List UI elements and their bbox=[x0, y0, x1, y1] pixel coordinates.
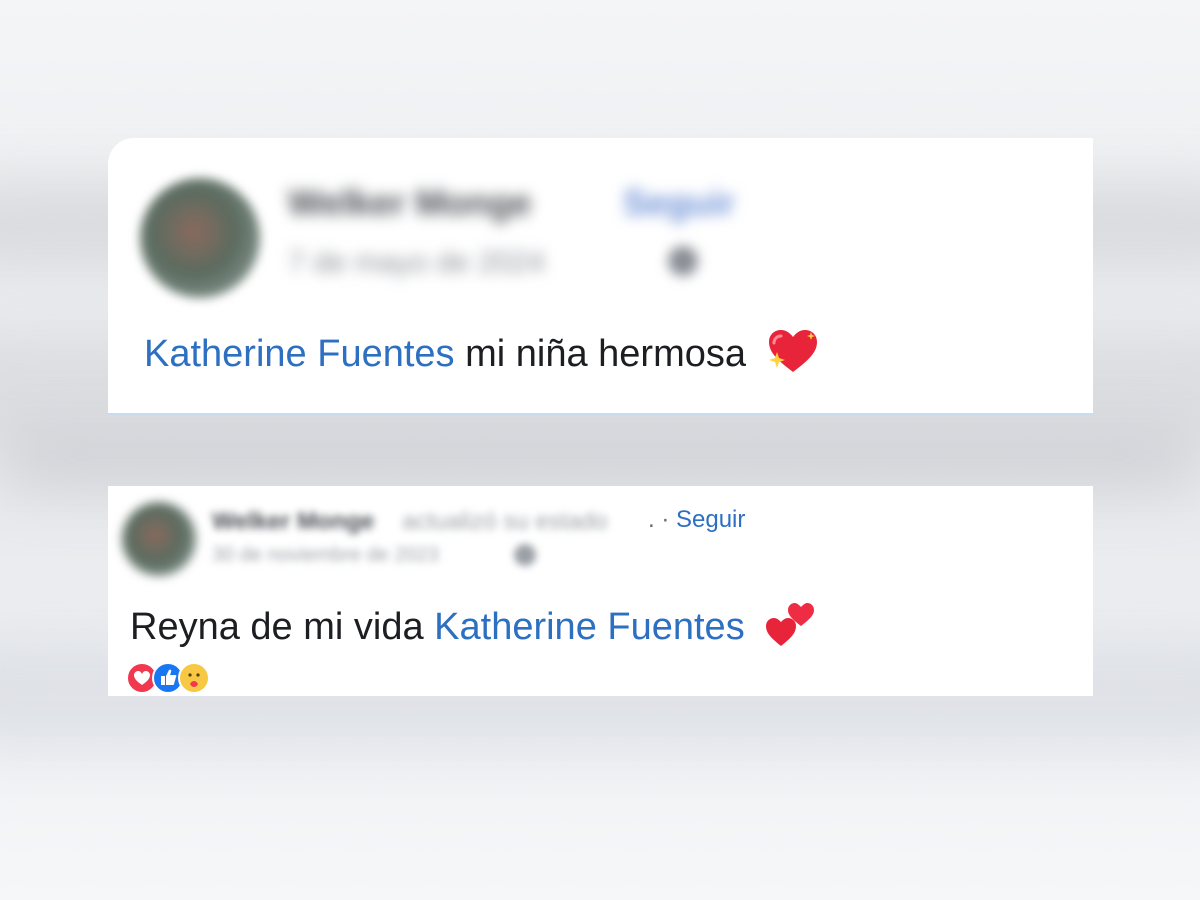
author-name[interactable]: Welker Monge bbox=[212, 508, 374, 536]
post-card-2: Welker Monge actualizó su estado . · Seg… bbox=[108, 486, 1093, 696]
follow-button[interactable]: Seguir bbox=[676, 506, 745, 533]
care-reaction-icon bbox=[178, 662, 210, 694]
post-date[interactable]: 7 de mayo de 2024 bbox=[288, 246, 545, 280]
header-meta: . · Seguir bbox=[648, 506, 745, 534]
status-action: actualizó su estado bbox=[402, 508, 608, 535]
avatar[interactable] bbox=[140, 178, 260, 298]
mention-link[interactable]: Katherine Fuentes bbox=[434, 606, 745, 648]
author-name[interactable]: Welker Monge bbox=[288, 182, 531, 224]
post-body: Reyna de mi vida bbox=[130, 606, 424, 649]
globe-icon bbox=[668, 246, 698, 276]
separator: . · bbox=[648, 506, 676, 533]
globe-icon bbox=[514, 544, 536, 566]
follow-button[interactable]: Seguir bbox=[623, 182, 735, 224]
post-card-1: Welker Monge Seguir 7 de mayo de 2024 Ka… bbox=[108, 138, 1093, 415]
post-body: mi niña hermosa bbox=[465, 333, 746, 376]
post-date[interactable]: 30 de noviembre de 2023 bbox=[212, 544, 439, 567]
mention-link[interactable]: Katherine Fuentes bbox=[144, 333, 455, 375]
post-text: Reyna de mi vida Katherine Fuentes bbox=[130, 600, 815, 658]
background-blur bbox=[0, 430, 1200, 490]
sparkling-heart-icon bbox=[767, 328, 819, 384]
post-text: Katherine Fuentes mi niña hermosa bbox=[144, 328, 819, 384]
avatar[interactable] bbox=[122, 502, 196, 576]
two-hearts-icon bbox=[765, 600, 815, 658]
